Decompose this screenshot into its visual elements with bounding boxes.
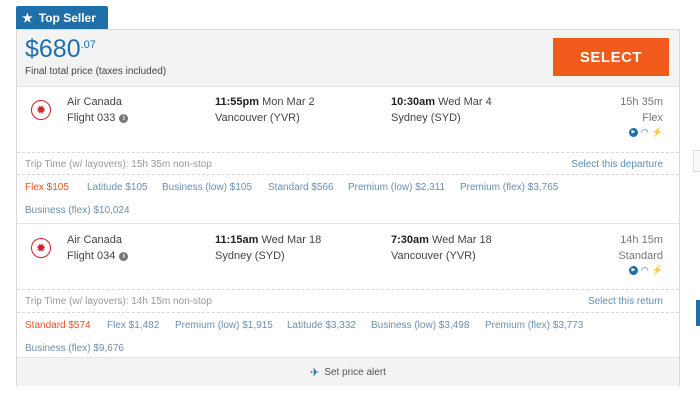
arrive-date: Wed Mar 4	[438, 96, 492, 108]
side-panel-edge	[693, 150, 700, 172]
select-departure-link[interactable]: Select this departure	[571, 159, 663, 170]
star-icon: ★	[22, 10, 33, 25]
amenities: ▶ ◠ ⚡	[628, 265, 663, 275]
price-cents: .07	[80, 39, 96, 51]
arrive-datetime: 10:30am Wed Mar 4	[391, 96, 492, 108]
info-icon[interactable]: i	[119, 251, 129, 261]
arrive-city: Vancouver (YVR)	[391, 250, 476, 262]
fare-option[interactable]: Premium (low) $2,311	[348, 182, 445, 193]
wifi-icon: ◠	[640, 127, 649, 137]
divider	[17, 152, 679, 153]
trip-time: Trip Time (w/ layovers): 15h 35m non-sto…	[25, 159, 212, 170]
air-canada-logo-icon: ✹	[31, 238, 51, 258]
divider	[17, 174, 679, 175]
depart-city: Vancouver (YVR)	[215, 112, 300, 124]
arrive-date: Wed Mar 18	[431, 234, 492, 246]
depart-time: 11:55pm	[215, 96, 260, 108]
arrive-city: Sydney (SYD)	[391, 112, 461, 124]
select-return-link[interactable]: Select this return	[588, 296, 663, 307]
fare-option[interactable]: Business (low) $105	[162, 182, 252, 193]
entertainment-icon: ▶	[628, 128, 638, 137]
fare-option[interactable]: Premium (flex) $3,765	[460, 182, 558, 193]
entertainment-icon: ▶	[628, 266, 638, 275]
flight-result-card: $680.07 Final total price (taxes include…	[16, 29, 680, 386]
select-button[interactable]: SELECT	[553, 38, 669, 76]
depart-datetime: 11:15am Wed Mar 18	[215, 234, 321, 246]
air-canada-logo-icon: ✹	[31, 100, 51, 120]
top-seller-badge: ★ Top Seller	[16, 6, 108, 29]
duration: 15h 35m	[620, 96, 663, 108]
fare-option[interactable]: Standard $574	[25, 320, 91, 331]
flight-number-text: Flight 033	[67, 112, 116, 124]
fare-option[interactable]: Latitude $3,332	[287, 320, 356, 331]
airline-name: Air Canada	[67, 96, 123, 108]
price-subtitle: Final total price (taxes included)	[25, 66, 167, 77]
depart-city: Sydney (SYD)	[215, 250, 285, 262]
fare-option[interactable]: Flex $105	[25, 182, 69, 193]
info-icon[interactable]: i	[119, 113, 129, 123]
fare-option[interactable]: Premium (flex) $3,773	[485, 320, 583, 331]
fare-option[interactable]: Business (flex) $10,024	[25, 205, 130, 216]
flight-number-text: Flight 034	[67, 250, 116, 262]
side-panel-accent	[696, 300, 700, 326]
depart-date: Mon Mar 2	[262, 96, 315, 108]
depart-datetime: 11:55pm Mon Mar 2	[215, 96, 315, 108]
duration: 14h 15m	[620, 234, 663, 246]
badge-label: Top Seller	[38, 10, 96, 25]
arrive-time: 10:30am	[391, 96, 436, 108]
set-price-alert-button[interactable]: ✈ Set price alert	[17, 357, 679, 386]
fare-class: Flex	[642, 112, 663, 124]
fare-option[interactable]: Business (flex) $9,676	[25, 343, 124, 354]
price-header: $680.07 Final total price (taxes include…	[17, 30, 679, 87]
total-price: $680.07	[25, 35, 96, 64]
airplane-icon: ✈	[310, 366, 320, 379]
wifi-icon: ◠	[640, 265, 649, 275]
arrive-datetime: 7:30am Wed Mar 18	[391, 234, 492, 246]
arrive-time: 7:30am	[391, 234, 429, 246]
divider	[17, 289, 679, 290]
fare-option[interactable]: Business (low) $3,498	[371, 320, 469, 331]
fare-class: Standard	[618, 250, 663, 262]
price-main: $680	[25, 35, 81, 63]
amenities: ▶ ◠ ⚡	[628, 127, 663, 137]
trip-time: Trip Time (w/ layovers): 14h 15m non-sto…	[25, 296, 212, 307]
power-plug-icon: ⚡	[651, 127, 663, 137]
return-leg: ✹ Air Canada Flight 034 i 11:15am Wed Mar…	[17, 224, 679, 356]
fare-option[interactable]: Premium (low) $1,915	[175, 320, 273, 331]
fare-option[interactable]: Standard $566	[268, 182, 334, 193]
airline-name: Air Canada	[67, 234, 123, 246]
departure-leg: ✹ Air Canada Flight 033 i 11:55pm Mon Mar…	[17, 86, 679, 216]
depart-date: Wed Mar 18	[261, 234, 322, 246]
flight-number: Flight 033 i	[67, 112, 129, 124]
depart-time: 11:15am	[215, 234, 259, 246]
power-plug-icon: ⚡	[651, 265, 663, 275]
divider	[17, 312, 679, 313]
price-alert-label: Set price alert	[324, 366, 386, 378]
flight-number: Flight 034 i	[67, 250, 129, 262]
fare-option[interactable]: Flex $1,482	[107, 320, 159, 331]
fare-option[interactable]: Latitude $105	[87, 182, 148, 193]
